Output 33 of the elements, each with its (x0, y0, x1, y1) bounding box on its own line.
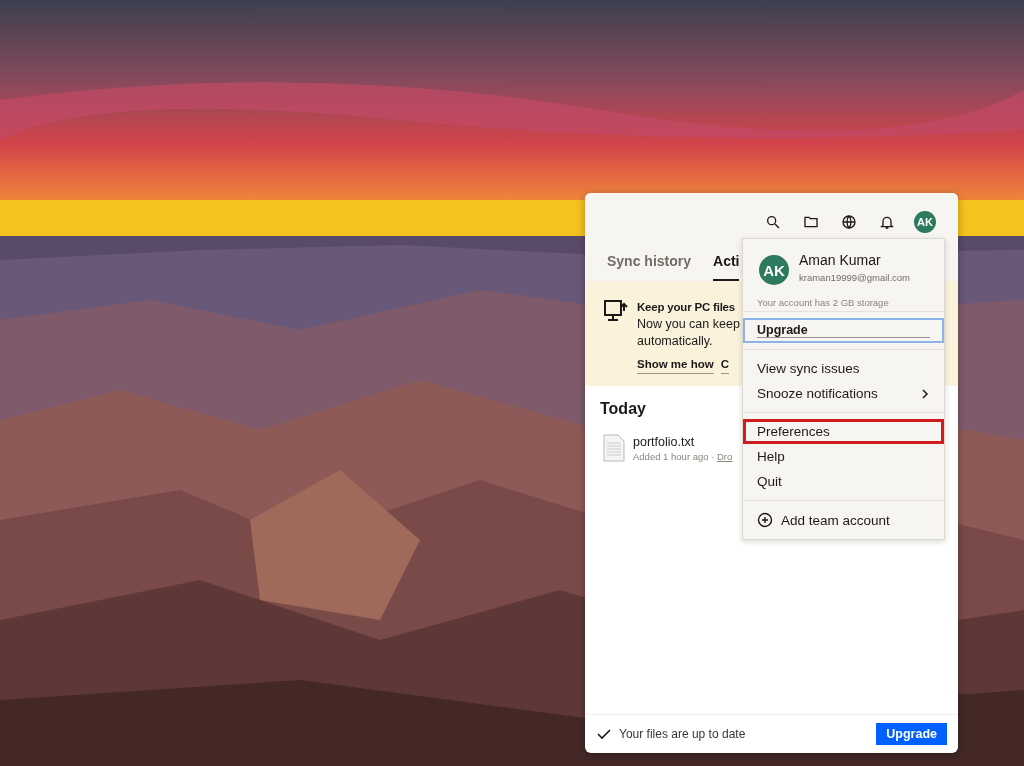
banner-text: Now you can keep (637, 316, 740, 333)
banner-link[interactable]: C (720, 356, 729, 374)
folder-icon (803, 214, 819, 230)
plus-icon (757, 512, 773, 528)
menu-item[interactable]: Quit (743, 469, 944, 494)
status-text: Your files are up to date (619, 727, 747, 741)
globe-icon (841, 214, 857, 230)
document-icon (603, 434, 625, 462)
tab[interactable]: Sync history (607, 253, 692, 281)
banner-title: Keep your PC files (637, 300, 736, 315)
menu-item[interactable]: Help (743, 444, 944, 469)
upgrade-button[interactable]: Upgrade (876, 723, 947, 745)
search-icon (765, 214, 781, 230)
storage-text: Your account has 2 GB storage (756, 296, 890, 310)
menu-item[interactable]: Snooze notifications (743, 381, 944, 406)
banner-link[interactable]: Show me how (637, 356, 714, 374)
account-name: Aman Kumar (799, 251, 882, 268)
monitor-icon (603, 299, 629, 323)
menu-item[interactable]: Add team account (743, 507, 944, 533)
check-icon (597, 727, 611, 741)
avatar: AK (759, 255, 789, 285)
menu-item[interactable]: View sync issues (743, 356, 944, 381)
menu-item[interactable]: Preferences (743, 419, 944, 444)
chevron-icon (920, 388, 930, 399)
section-heading: Today (600, 400, 646, 418)
file-meta: Added 1 hour ago · Dro (633, 450, 733, 462)
banner-text: automatically. (637, 333, 714, 350)
menu-item[interactable]: Upgrade (743, 318, 944, 343)
file-name: portfolio.txt (633, 434, 696, 449)
avatar-button[interactable]: AK (914, 211, 936, 233)
bell-icon (879, 214, 895, 230)
file-link[interactable]: Dro (717, 450, 733, 462)
account-email: kraman19999@gmail.com (799, 271, 911, 283)
